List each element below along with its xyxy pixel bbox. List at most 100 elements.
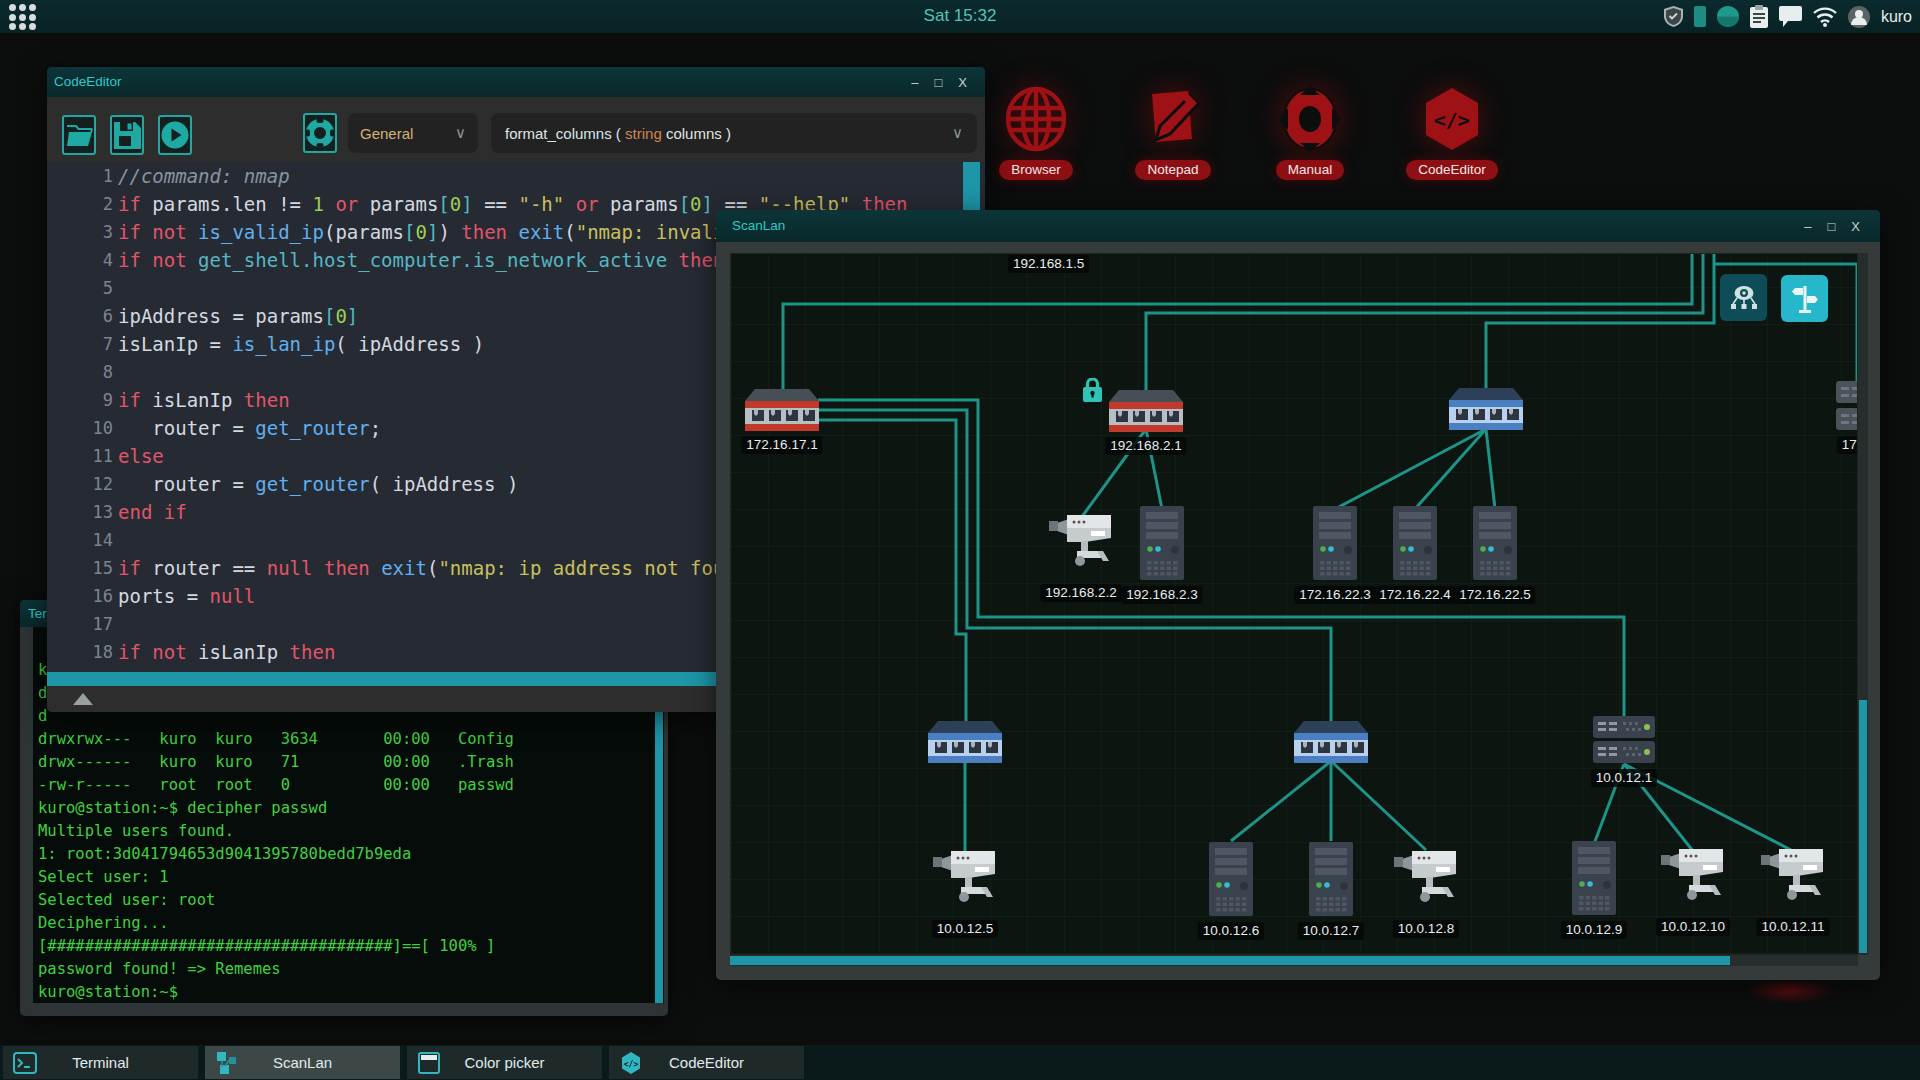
map-vscrollbar[interactable] [1858, 253, 1868, 955]
wifi-icon[interactable] [1813, 7, 1837, 27]
network-node-10.0.12.10[interactable]: 10.0.12.10 [1659, 849, 1727, 909]
line-number: 7 [47, 334, 113, 354]
line-number: 16 [47, 586, 113, 606]
svg-text:</>: </> [1434, 108, 1470, 132]
line-number: 4 [47, 250, 113, 270]
network-node-switch-blue[interactable] [1449, 388, 1523, 434]
taskbar-item-color-picker[interactable]: Color picker [407, 1046, 602, 1079]
map-hscrollbar[interactable] [730, 955, 1858, 966]
codeeditor-toolbar: General ∨ format_columns ( string column… [47, 97, 985, 162]
hidden-icon-glow [1745, 978, 1835, 1004]
desktop-icon-codeeditor[interactable]: </> CodeEditor [1397, 86, 1507, 180]
node-ip-label: 172.16.22.5 [1454, 586, 1535, 604]
battery-icon[interactable] [1694, 6, 1706, 27]
network-node-172[interactable]: 172 [1836, 381, 1858, 435]
username[interactable]: kuro [1881, 8, 1912, 26]
scanlan-window-controls: – □ X [1804, 219, 1860, 234]
function-signature: format_columns ( string columns ) [505, 125, 731, 142]
minimize-button[interactable]: – [1804, 219, 1811, 234]
network-link [1486, 429, 1495, 509]
codeeditor-titlebar[interactable]: CodeEditor –□X [47, 67, 985, 97]
node-label-top: 192.168.1.5 [1008, 255, 1089, 273]
scroll-up-arrow[interactable] [73, 693, 93, 705]
node-ip-label: 10.0.12.6 [1198, 922, 1264, 940]
open-file-button[interactable] [62, 115, 96, 155]
network-node-172.16.22.4[interactable]: 172.16.22.4 [1393, 506, 1437, 584]
network-node-10.0.12.1[interactable]: 10.0.12.1 [1593, 716, 1655, 768]
line-number: 12 [47, 474, 113, 494]
network-map[interactable]: 172.16.17.1 192.168.2.1 10.0.12.1 172 192.16… [730, 253, 1858, 955]
shield-check-icon[interactable] [1664, 6, 1683, 27]
chat-icon[interactable] [1779, 6, 1802, 27]
network-link [818, 420, 966, 723]
terminal-row: k [38, 661, 47, 679]
svg-text:</>: </> [624, 1059, 639, 1068]
node-ip-label: 172 [1837, 436, 1858, 454]
network-node-10.0.12.6[interactable]: 10.0.12.6 [1209, 842, 1253, 920]
network-node-10.0.12.11[interactable]: 10.0.12.11 [1759, 849, 1827, 909]
taskbar: TerminalScanLanColor picker</>CodeEditor [0, 1045, 1920, 1080]
signpost-button[interactable] [1781, 275, 1828, 322]
system-tray: kuro [1664, 0, 1912, 33]
network-node-10.0.12.5[interactable]: 10.0.12.5 [931, 851, 999, 911]
taskbar-item-codeeditor[interactable]: </>CodeEditor [609, 1046, 804, 1079]
manual-wheel-button[interactable] [303, 113, 337, 153]
desktop-icon-browser[interactable]: Browser [981, 86, 1091, 180]
line-number: 14 [47, 530, 113, 550]
network-node-switch-blue[interactable] [1294, 721, 1368, 767]
avatar-icon[interactable] [1848, 6, 1870, 28]
terminal-row: kuro@station:~$ [38, 983, 178, 1001]
bot-view-button[interactable] [1720, 274, 1767, 321]
run-button[interactable] [158, 115, 192, 155]
line-number: 10 [47, 418, 113, 438]
terminal-row: drwxrwx--- kuro kuro 3634 00:00 Config [38, 730, 514, 748]
network-link [1335, 429, 1486, 509]
category-dropdown[interactable]: General ∨ [348, 113, 478, 153]
desktop-icon-label: Notepad [1135, 160, 1210, 180]
network-node-10.0.12.8[interactable]: 10.0.12.8 [1392, 851, 1460, 911]
network-node-10.0.12.9[interactable]: 10.0.12.9 [1572, 841, 1616, 919]
terminal-row: Multiple users found. [38, 822, 234, 840]
scanlan-titlebar[interactable]: ScanLan –□X [716, 210, 1880, 242]
save-button[interactable] [110, 115, 144, 155]
network-node-192.168.2.1[interactable]: 192.168.2.1 [1109, 390, 1183, 436]
clipboard-icon[interactable] [1750, 5, 1768, 28]
code-line: 1//command: nmap [47, 165, 985, 193]
network-node-172.16.17.1[interactable]: 172.16.17.1 [745, 389, 819, 435]
desktop-icon-manual[interactable]: Manual [1255, 86, 1365, 180]
network-node-switch-blue[interactable] [928, 721, 1002, 767]
code-vscrollbar[interactable] [963, 162, 980, 210]
terminal-row: drwx------ kuro kuro 71 00:00 .Trash [38, 753, 514, 771]
function-dropdown[interactable]: format_columns ( string columns ) ∨ [491, 113, 977, 153]
node-ip-label: 10.0.12.11 [1757, 918, 1830, 936]
terminal-row: kuro@station:~$ decipher passwd [38, 799, 327, 817]
minimize-button[interactable]: – [911, 75, 918, 90]
terminal-row: Select user: 1 [38, 868, 169, 886]
network-node-192.168.2.2[interactable]: 192.168.2.2 [1047, 515, 1115, 575]
network-node-172.16.22.3[interactable]: 172.16.22.3 [1313, 506, 1357, 584]
maximize-button[interactable]: □ [1827, 219, 1835, 234]
network-link [1331, 761, 1426, 850]
node-ip-label: 10.0.12.7 [1298, 922, 1364, 940]
taskbar-item-scanlan[interactable]: ScanLan [205, 1046, 400, 1079]
system-top-bar: Sat 15:32 kuro [0, 0, 1920, 33]
network-link [1486, 254, 1714, 388]
network-node-172.16.22.5[interactable]: 172.16.22.5 [1473, 506, 1517, 584]
node-ip-label: 172.16.17.1 [741, 436, 822, 454]
taskbar-item-terminal[interactable]: Terminal [3, 1046, 198, 1079]
maximize-button[interactable]: □ [934, 75, 942, 90]
close-button[interactable]: X [1851, 219, 1860, 234]
terminal-row: Deciphering... [38, 914, 169, 932]
network-node-10.0.12.7[interactable]: 10.0.12.7 [1309, 842, 1353, 920]
node-ip-label: 192.168.2.3 [1121, 586, 1202, 604]
close-button[interactable]: X [958, 75, 967, 90]
status-circle-icon[interactable] [1717, 6, 1739, 27]
desktop-icon-label: CodeEditor [1406, 160, 1498, 180]
terminal-row: d [38, 684, 47, 702]
category-value: General [360, 125, 413, 142]
node-ip-label: 172.16.22.4 [1374, 586, 1455, 604]
network-node-192.168.2.3[interactable]: 192.168.2.3 [1140, 506, 1184, 584]
terminal-row: [#####################################]=… [38, 937, 495, 955]
line-number: 3 [47, 222, 113, 242]
desktop-icon-notepad[interactable]: Notepad [1118, 86, 1228, 180]
